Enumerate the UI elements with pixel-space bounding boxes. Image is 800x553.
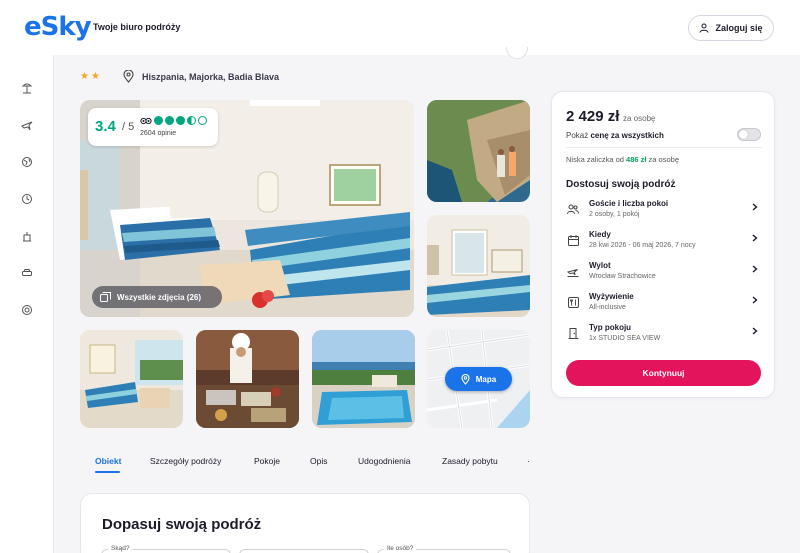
section-tabs: Obiekt Szczegóły podróży Pokoje Opis Udo… [80,456,530,476]
rating-badge[interactable]: 3.4 / 5 2604 opinie [88,108,218,146]
photo-room-3[interactable] [80,330,183,428]
booking-panel: 2 429 zł za osobę Pokaż cenę za wszystki… [551,91,775,398]
clock-icon[interactable] [18,190,36,208]
meal-icon [566,295,580,309]
tripadvisor-icon [140,117,152,125]
departure-icon [566,264,580,278]
deposit-prefix: Niska zaliczka od [566,155,627,164]
date-field[interactable] [239,549,369,553]
rating-dots [140,116,207,125]
option-title: Kiedy [589,230,611,239]
photos-icon [100,292,111,302]
option-departure[interactable]: Wylot Wrocław Strachowice [566,261,762,291]
login-button[interactable]: Zaloguj się [688,15,774,41]
rating-score: 3.4 [95,118,116,135]
price-toggle[interactable] [737,128,761,141]
chevron-right-icon [752,327,758,335]
price-toggle-bold: cenę za wszystkich [590,131,664,140]
login-label: Zaloguj się [715,23,763,33]
calendar-icon [566,233,580,247]
user-icon [699,23,709,33]
photo-cliff[interactable] [427,100,530,202]
flight-icon[interactable] [18,116,36,134]
from-field[interactable]: Skąd? [101,545,231,553]
map-pin-icon [461,373,470,385]
price-toggle-prefix: Pokaż [566,131,591,140]
rating-dot [165,116,174,125]
option-title: Goście i liczba pokoi [589,199,669,208]
active-tab-indicator [95,471,120,473]
tagline: Twoje biuro podróży [93,22,181,32]
divider [566,147,762,148]
all-photos-button[interactable]: Wszystkie zdjęcia (26) [92,286,222,308]
all-photos-label: Wszystkie zdjęcia (26) [117,292,202,302]
tab-udogodnienia[interactable]: Udogodnienia [358,456,410,466]
esky-logo[interactable]: eSky [24,12,92,42]
toggle-knob [739,130,748,139]
map-button[interactable]: Mapa [445,367,512,391]
deposit-suffix: za osobę [646,155,679,164]
tab-zasady-pobytu[interactable]: Zasady pobytu [442,456,498,466]
location-pin-icon [123,69,134,88]
chevron-right-icon [752,265,758,273]
price-toggle-label: Pokaż cenę za wszystkich [566,131,664,140]
photo-pool[interactable] [312,330,415,428]
header: eSky Twoje biuro podróży Zaloguj się [0,0,800,55]
tab-pokoje[interactable]: Pokoje [254,456,280,466]
rating-dot [176,116,185,125]
photo-room-2[interactable] [427,215,530,317]
map-label: Mapa [475,374,497,384]
rating-dot [187,116,196,125]
deposit-info: Niska zaliczka od 486 zł za osobę [566,155,679,164]
option-dates[interactable]: Kiedy 28 kwi 2026 - 06 maj 2026, 7 nocy [566,230,762,260]
customize-card: Dopasuj swoją podróż Skąd? Ile osób? [80,493,530,553]
people-field[interactable]: Ile osób? [377,545,511,553]
option-title: Typ pokoju [589,323,632,332]
hotel-icon[interactable] [18,227,36,245]
chevron-right-icon [752,234,758,242]
option-subtitle: Wrocław Strachowice [589,273,656,280]
deposit-amount: 486 zł [626,155,647,164]
guests-icon [566,202,580,216]
tab-szczegoly-podrozy[interactable]: Szczegóły podróży [150,456,221,466]
car-icon[interactable] [18,264,36,282]
continue-button[interactable]: Kontynuuj [566,360,761,386]
option-subtitle: 28 kwi 2026 - 06 maj 2026, 7 nocy [589,242,696,249]
tab-more[interactable]: · [527,456,530,466]
rating-dot [198,116,207,125]
tab-opis[interactable]: Opis [310,456,327,466]
option-subtitle: All-inclusive [589,304,626,311]
people-field-label: Ile osób? [384,545,417,552]
rating-dot [154,116,163,125]
customize-card-title: Dopasuj swoją podróż [102,516,262,533]
from-field-label: Skąd? [108,545,133,552]
globe-icon[interactable] [18,153,36,171]
review-count: 2604 opinie [140,130,177,137]
option-room[interactable]: Typ pokoju 1x STUDIO SEA VIEW [566,323,762,353]
scroll-handle[interactable] [506,47,528,59]
chevron-right-icon [752,296,758,304]
tab-obiekt[interactable]: Obiekt [95,456,121,466]
price: 2 429 zł [566,108,620,125]
logo-text: eSky [24,12,92,42]
photo-buffet[interactable] [196,330,299,428]
option-meal[interactable]: Wyżywienie All-inclusive [566,292,762,322]
option-title: Wylot [589,261,611,270]
room-icon [566,326,580,340]
customize-title: Dostosuj swoją podróż [566,179,676,190]
lifebuoy-icon[interactable] [18,301,36,319]
option-subtitle: 1x STUDIO SEA VIEW [589,335,661,342]
beach-icon[interactable] [18,79,36,97]
sidebar [0,55,54,553]
price-unit: za osobę [623,114,656,123]
hotel-stars: ★★ [80,71,102,82]
option-guests[interactable]: Goście i liczba pokoi 2 osoby, 1 pokój [566,199,762,229]
option-title: Wyżywienie [589,292,634,301]
chevron-right-icon [752,203,758,211]
option-subtitle: 2 osoby, 1 pokój [589,211,640,218]
rating-max: / 5 [122,121,135,133]
hotel-location: Hiszpania, Majorka, Badia Blava [142,72,280,82]
